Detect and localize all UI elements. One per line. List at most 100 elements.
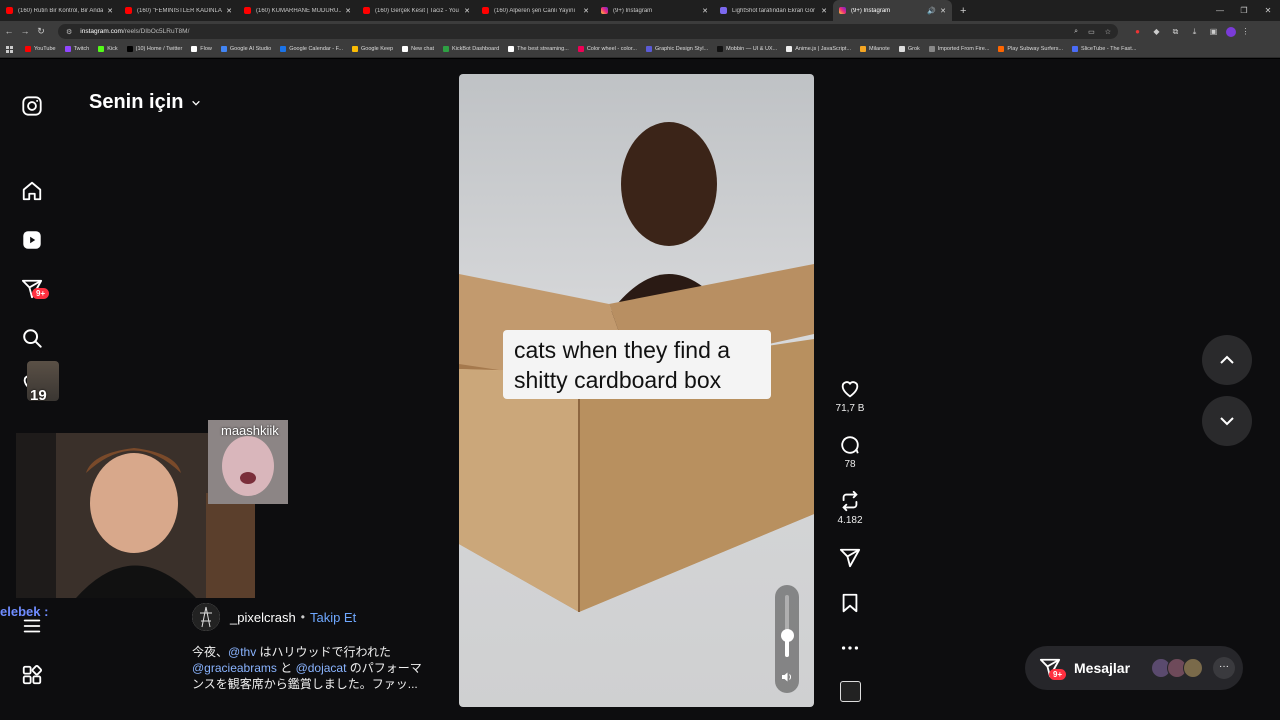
audio-thumbnail[interactable] [840, 681, 861, 702]
share-button[interactable] [830, 547, 870, 569]
close-icon[interactable]: ✕ [345, 7, 351, 15]
bookmark-item[interactable]: Kick [98, 46, 118, 52]
site-settings-icon[interactable]: ⚙ [66, 28, 72, 36]
bookmark-label: The best streaming... [517, 46, 569, 52]
browser-tab[interactable]: (160) KUMARHANE MÜDÜRÜ... ✕ [238, 0, 357, 21]
new-tab-button[interactable]: + [960, 5, 966, 17]
bookmark-item[interactable]: Anime.js | JavaScript... [786, 46, 851, 52]
more-dots-icon[interactable]: ··· [1213, 657, 1235, 679]
bookmark-item[interactable]: Google AI Studio [220, 46, 271, 52]
instagram-logo-icon[interactable] [21, 95, 43, 117]
bookmark-favicon-icon [443, 46, 450, 52]
mention-link[interactable]: @gracieabrams [192, 661, 277, 675]
apps-icon[interactable] [6, 45, 13, 53]
close-icon[interactable]: ✕ [226, 7, 232, 15]
bookmark-item[interactable]: SliceTube - The Fast... [1072, 46, 1136, 52]
close-icon[interactable]: ✕ [107, 7, 113, 15]
cast-icon[interactable]: ▭ [1088, 28, 1095, 36]
messenger-icon[interactable]: 9+ [21, 278, 50, 300]
bookmark-item[interactable]: Grok [898, 46, 920, 52]
reel-video[interactable]: cats when they find a shitty cardboard b… [459, 74, 814, 707]
bookmark-label: Twitch [73, 46, 90, 52]
more-options-button[interactable] [830, 637, 870, 659]
follow-button[interactable]: Takip Et [310, 610, 356, 625]
feed-selector[interactable]: Senin için [89, 91, 201, 114]
browser-tab[interactable]: (160) Alperen şen Canlı Yayını ✕ [476, 0, 595, 21]
forward-button[interactable]: → [18, 26, 32, 36]
author-username[interactable]: _pixelcrash [230, 610, 296, 625]
back-button[interactable]: ← [2, 26, 16, 36]
message-avatars [1151, 658, 1203, 678]
save-button[interactable] [830, 592, 870, 614]
url-host: instagram.com [80, 28, 123, 35]
post-description[interactable]: 今夜、@thv はハリウッドで行われた @gracieabrams と @doj… [192, 644, 432, 692]
close-icon[interactable]: ✕ [821, 7, 827, 15]
volume-knob[interactable] [781, 629, 794, 643]
bookmark-item[interactable]: Color wheel - color... [577, 46, 637, 52]
address-bar[interactable]: ⚙ instagram.com /reels/DIbOc5LRuT8M/ ⌕ ▭… [58, 24, 1118, 39]
bookmark-item[interactable]: Mobbin — UI & UX... [717, 46, 777, 52]
bookmark-item[interactable]: Flow [191, 46, 212, 52]
bookmark-item[interactable]: The best streaming... [508, 46, 569, 52]
reload-button[interactable]: ↻ [34, 26, 48, 37]
comment-button[interactable]: 78 [830, 434, 870, 470]
extension-icon[interactable]: ▣ [1204, 27, 1223, 36]
browser-tab[interactable]: (160) Gerçek Kesit | Taciz - You ✕ [357, 0, 476, 21]
next-reel-button[interactable] [1202, 396, 1252, 446]
bookmark-item[interactable]: (10) Home / Twitter [126, 46, 182, 52]
like-button[interactable]: 71,7 B [830, 378, 870, 414]
bookmark-item[interactable]: YouTube [25, 46, 56, 52]
close-window-button[interactable]: ✕ [1256, 0, 1280, 21]
browser-tab[interactable]: (160) "FEMİNİSTLER KADINLARI ✕ [119, 0, 238, 21]
chevron-down-icon [1220, 417, 1234, 426]
maximize-button[interactable]: ❐ [1232, 0, 1256, 21]
home-icon[interactable] [21, 180, 43, 202]
bookmark-label: Color wheel - color... [586, 46, 637, 52]
close-icon[interactable]: ✕ [702, 7, 708, 15]
description-text: はハリウッドで行われた [256, 645, 391, 659]
speaker-icon[interactable]: 🔊 [927, 7, 936, 15]
extension-icon[interactable]: ◆ [1147, 27, 1166, 36]
bookmark-label: Google Keep [361, 46, 394, 52]
search-icon[interactable] [21, 327, 43, 349]
bookmark-item[interactable]: Google Calendar - F... [280, 46, 343, 52]
mention-link[interactable]: @thv [228, 645, 256, 659]
download-icon[interactable]: ⤓ [1185, 27, 1204, 37]
reels-icon[interactable] [21, 229, 43, 251]
puzzle-icon[interactable]: ⧉ [1166, 27, 1185, 37]
messages-button[interactable]: 9+ Mesajlar ··· [1025, 646, 1243, 690]
close-icon[interactable]: ✕ [583, 7, 589, 15]
bookmark-star-icon[interactable]: ☆ [1105, 28, 1111, 36]
zoom-icon[interactable]: ⌕ [1074, 28, 1078, 36]
close-icon[interactable]: ✕ [464, 7, 470, 15]
browser-tab[interactable]: (160) Rutin Bir Kontrol, Bir Anda ✕ [0, 0, 119, 21]
avatar[interactable] [1226, 26, 1236, 37]
bookmark-label: KickBot Dashboard [452, 46, 500, 52]
chevron-up-icon [1220, 355, 1234, 364]
browser-tab[interactable]: LightShot tarafından Ekran Gör ✕ [714, 0, 833, 21]
volume-slider[interactable] [775, 585, 799, 693]
menu-icon[interactable]: ⋮ [1236, 27, 1255, 36]
bookmark-item[interactable]: Play Subway Surfers... [998, 46, 1063, 52]
bookmark-item[interactable]: Imported From Fire... [928, 46, 989, 52]
instagram-icon [601, 7, 608, 14]
previous-reel-button[interactable] [1202, 335, 1252, 385]
bookmark-label: SliceTube - The Fast... [1081, 46, 1137, 52]
bookmark-item[interactable]: Google Keep [352, 46, 393, 52]
repost-button[interactable]: 4.182 [830, 490, 870, 526]
also-from-meta-icon[interactable] [21, 664, 43, 686]
browser-navbar: ← → ↻ ⚙ instagram.com /reels/DIbOc5LRuT8… [0, 21, 1280, 41]
author-avatar[interactable] [192, 603, 220, 631]
bookmark-item[interactable]: KickBot Dashboard [443, 46, 499, 52]
close-icon[interactable]: ✕ [940, 7, 946, 15]
minimize-button[interactable]: — [1208, 0, 1232, 21]
browser-tab[interactable]: (9+) Instagram 🔊 ✕ [833, 0, 952, 21]
mention-link[interactable]: @dojacat [296, 661, 347, 675]
extension-icon[interactable]: ● [1128, 27, 1147, 36]
browser-tab[interactable]: (9+) Instagram ✕ [595, 0, 714, 21]
bookmark-item[interactable]: Graphic Design Styl... [645, 46, 708, 52]
bookmark-item[interactable]: New chat [402, 46, 434, 52]
speaker-icon[interactable] [781, 671, 793, 683]
bookmark-item[interactable]: Twitch [64, 46, 90, 52]
bookmark-item[interactable]: Milanote [860, 46, 890, 52]
